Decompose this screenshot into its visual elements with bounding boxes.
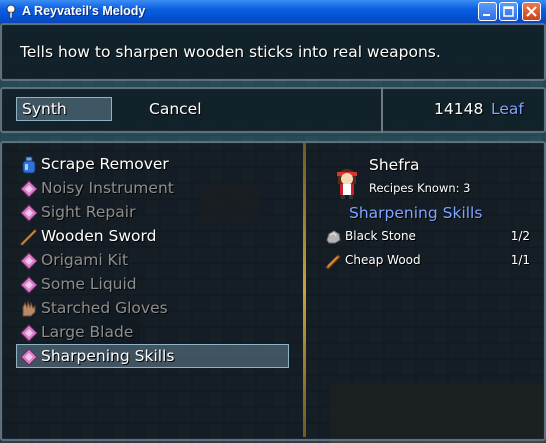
minimize-icon <box>483 14 490 16</box>
recipe-list-item-label: Sight Repair <box>41 203 136 221</box>
recipe-list-item-label: Some Liquid <box>41 275 137 293</box>
recipe-list-item[interactable]: Sharpening Skills <box>18 345 298 369</box>
window-title: A Reyvateil's Melody <box>22 4 146 18</box>
recipe-list-item-label: Origami Kit <box>41 251 129 269</box>
close-icon <box>526 6 537 17</box>
ingredient-row: Black Stone 1/2 <box>322 226 532 248</box>
help-text: Tells how to sharpen wooden sticks into … <box>20 43 441 61</box>
recipe-diamond-icon <box>20 252 38 270</box>
recipe-list-item[interactable]: Origami Kit <box>18 249 298 273</box>
recipe-list-item[interactable]: Noisy Instrument <box>18 177 298 201</box>
recipe-list-item-label: Wooden Sword <box>41 227 157 245</box>
recipe-divider <box>303 143 306 437</box>
recipe-list-item[interactable]: Starched Gloves <box>18 297 298 321</box>
recipe-list-item[interactable]: Some Liquid <box>18 273 298 297</box>
recipes-known: Recipes Known: 3 <box>369 181 471 195</box>
ingredient-qty: 1/2 <box>510 229 530 243</box>
character-portrait-icon <box>337 169 357 199</box>
ingredient-name: Black Stone <box>345 229 416 243</box>
ingredient-row: Cheap Wood 1/1 <box>322 250 532 272</box>
recipe-list-item[interactable]: Wooden Sword <box>18 225 298 249</box>
recipe-diamond-icon <box>20 204 38 222</box>
app-icon <box>6 4 16 19</box>
recipe-list-item[interactable]: Sight Repair <box>18 201 298 225</box>
recipe-diamond-icon <box>20 180 38 198</box>
recipe-list-item-label: Starched Gloves <box>41 299 168 317</box>
recipe-diamond-icon <box>20 348 38 366</box>
bottle-icon <box>20 156 38 174</box>
recipe-list-item[interactable]: Large Blade <box>18 321 298 345</box>
maximize-button[interactable] <box>499 2 518 21</box>
stone-icon <box>326 230 341 244</box>
synth-command[interactable]: Synth <box>22 100 67 118</box>
sword-icon <box>20 228 38 246</box>
recipe-list-item-label: Scrape Remover <box>41 155 169 173</box>
command-divider <box>381 87 383 133</box>
character-name: Shefra <box>369 156 420 174</box>
recipe-list-item-label: Large Blade <box>41 323 134 341</box>
cancel-command[interactable]: Cancel <box>149 100 202 118</box>
recipe-diamond-icon <box>20 276 38 294</box>
ingredient-name: Cheap Wood <box>345 253 421 267</box>
gloves-icon <box>20 300 38 318</box>
wood-icon <box>325 254 341 270</box>
recipe-diamond-icon <box>20 324 38 342</box>
close-button[interactable] <box>522 2 541 21</box>
title-bar[interactable]: A Reyvateil's Melody <box>0 0 546 23</box>
maximize-icon <box>503 6 514 17</box>
recipe-list-item[interactable]: Scrape Remover <box>18 153 298 177</box>
game-screen: Tells how to sharpen wooden sticks into … <box>0 23 546 443</box>
currency-label: Leaf <box>491 100 524 118</box>
money-amount: 14148 <box>434 100 484 118</box>
recipe-list-item-label: Sharpening Skills <box>41 347 175 365</box>
ingredient-qty: 1/1 <box>510 253 530 267</box>
recipe-list-item-label: Noisy Instrument <box>41 179 174 197</box>
recipe-title: Sharpening Skills <box>349 204 483 222</box>
minimize-button[interactable] <box>478 2 497 21</box>
